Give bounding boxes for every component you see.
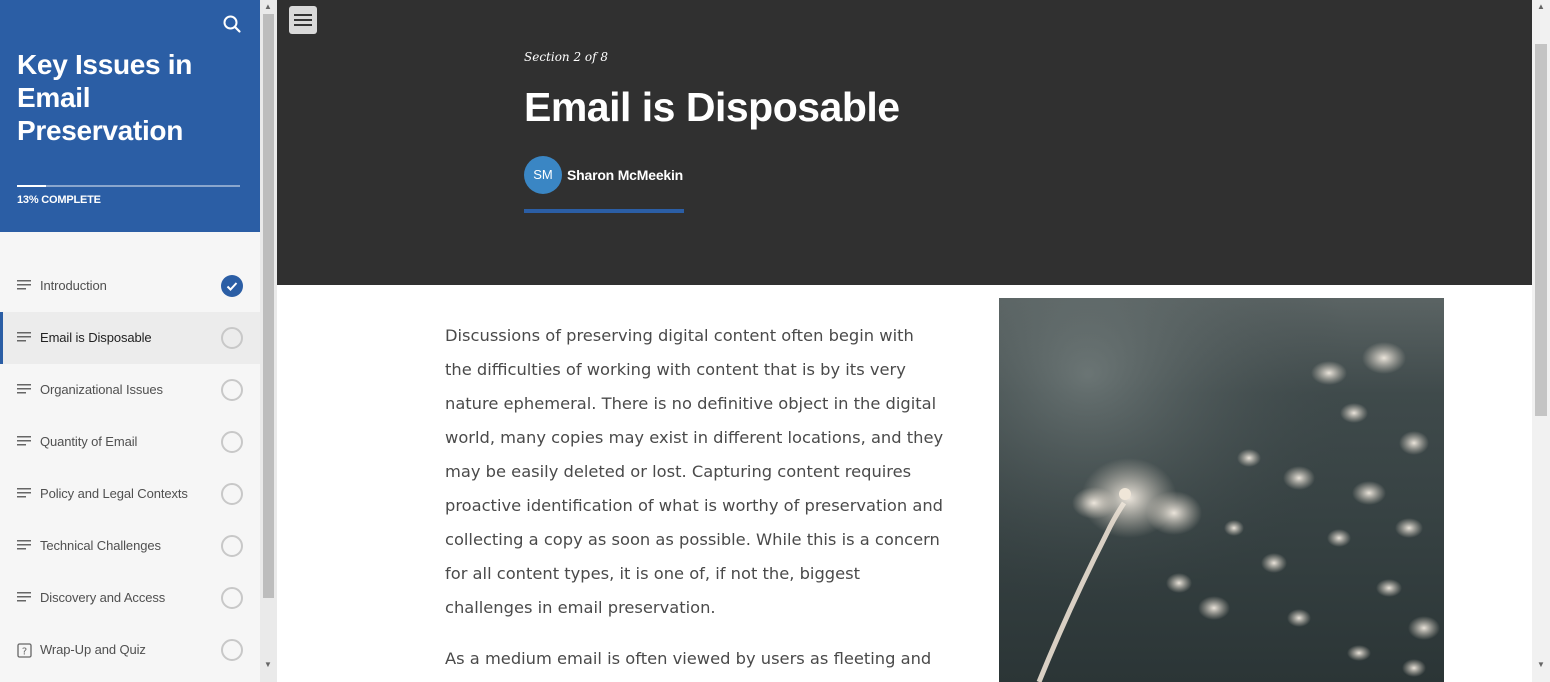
lesson-content: Section 2 of 8 Email is Disposable SM Sh… bbox=[277, 0, 1532, 682]
sidebar-item-email-is-disposable[interactable]: Email is Disposable bbox=[0, 312, 260, 364]
sidebar-scrollbar-thumb[interactable] bbox=[263, 14, 274, 598]
progress-bar-fill bbox=[17, 185, 46, 187]
sidebar-item-label: Email is Disposable bbox=[40, 330, 152, 345]
lesson-list: Introduction Email is Disposable Organiz… bbox=[0, 260, 260, 676]
author-name: Sharon McMeekin bbox=[567, 167, 684, 183]
scroll-down-arrow-icon[interactable]: ▼ bbox=[264, 661, 272, 669]
lines-icon bbox=[17, 435, 33, 449]
lesson-title: Email is Disposable bbox=[524, 84, 900, 130]
svg-text:?: ? bbox=[22, 647, 27, 658]
lines-icon bbox=[17, 383, 33, 397]
scroll-up-arrow-icon[interactable]: ▲ bbox=[1537, 3, 1545, 11]
sidebar-item-label: Wrap-Up and Quiz bbox=[40, 642, 146, 657]
sidebar-item-label: Policy and Legal Contexts bbox=[40, 486, 188, 501]
empty-circle-icon bbox=[221, 327, 243, 349]
sidebar-item-discovery-and-access[interactable]: Discovery and Access bbox=[0, 572, 260, 624]
lines-icon bbox=[17, 331, 33, 345]
paragraph: Discussions of preserving digital conten… bbox=[445, 326, 944, 617]
sidebar-item-wrap-up-and-quiz[interactable]: ? Wrap-Up and Quiz bbox=[0, 624, 260, 676]
empty-circle-icon bbox=[221, 587, 243, 609]
paragraph: As a medium email is often viewed by use… bbox=[445, 649, 932, 668]
dandelion-image bbox=[999, 298, 1444, 682]
page-scrollbar-thumb[interactable] bbox=[1535, 44, 1547, 416]
lines-icon bbox=[17, 487, 33, 501]
empty-circle-icon bbox=[221, 639, 243, 661]
sidebar-scrollbar[interactable]: ▲ ▼ bbox=[260, 0, 277, 682]
title-underline bbox=[524, 209, 684, 213]
sidebar-item-label: Technical Challenges bbox=[40, 538, 161, 553]
page-scrollbar[interactable]: ▲ ▼ bbox=[1532, 0, 1550, 682]
lesson-body: Discussions of preserving digital conten… bbox=[445, 319, 945, 682]
empty-circle-icon bbox=[221, 483, 243, 505]
sidebar-item-policy-and-legal-contexts[interactable]: Policy and Legal Contexts bbox=[0, 468, 260, 520]
sidebar-item-introduction[interactable]: Introduction bbox=[0, 260, 260, 312]
lines-icon bbox=[17, 591, 33, 605]
sidebar-item-quantity-of-email[interactable]: Quantity of Email bbox=[0, 416, 260, 468]
scroll-up-arrow-icon[interactable]: ▲ bbox=[264, 3, 272, 11]
lines-icon bbox=[17, 279, 33, 293]
course-title[interactable]: Key Issues in Email Preservation bbox=[17, 48, 247, 147]
empty-circle-icon bbox=[221, 535, 243, 557]
avatar: SM bbox=[524, 156, 562, 194]
course-sidebar: Key Issues in Email Preservation 13% COM… bbox=[0, 0, 260, 682]
empty-circle-icon bbox=[221, 379, 243, 401]
checkmark-icon bbox=[221, 275, 243, 297]
sidebar-item-label: Organizational Issues bbox=[40, 382, 163, 397]
progress-label: 13% COMPLETE bbox=[17, 194, 101, 206]
lines-icon bbox=[17, 539, 33, 553]
sidebar-item-label: Discovery and Access bbox=[40, 590, 166, 605]
empty-circle-icon bbox=[221, 431, 243, 453]
progress-bar bbox=[17, 185, 240, 187]
hamburger-menu-icon[interactable] bbox=[289, 6, 317, 34]
search-icon[interactable] bbox=[220, 12, 244, 36]
sidebar-item-technical-challenges[interactable]: Technical Challenges bbox=[0, 520, 260, 572]
sidebar-item-label: Quantity of Email bbox=[40, 434, 138, 449]
sidebar-item-organizational-issues[interactable]: Organizational Issues bbox=[0, 364, 260, 416]
quiz-icon: ? bbox=[17, 643, 33, 658]
lesson-header: Section 2 of 8 Email is Disposable SM Sh… bbox=[277, 0, 1532, 285]
sidebar-item-label: Introduction bbox=[40, 278, 107, 293]
section-counter: Section 2 of 8 bbox=[524, 50, 609, 64]
scroll-down-arrow-icon[interactable]: ▼ bbox=[1537, 661, 1545, 669]
sidebar-header: Key Issues in Email Preservation 13% COM… bbox=[0, 0, 260, 232]
